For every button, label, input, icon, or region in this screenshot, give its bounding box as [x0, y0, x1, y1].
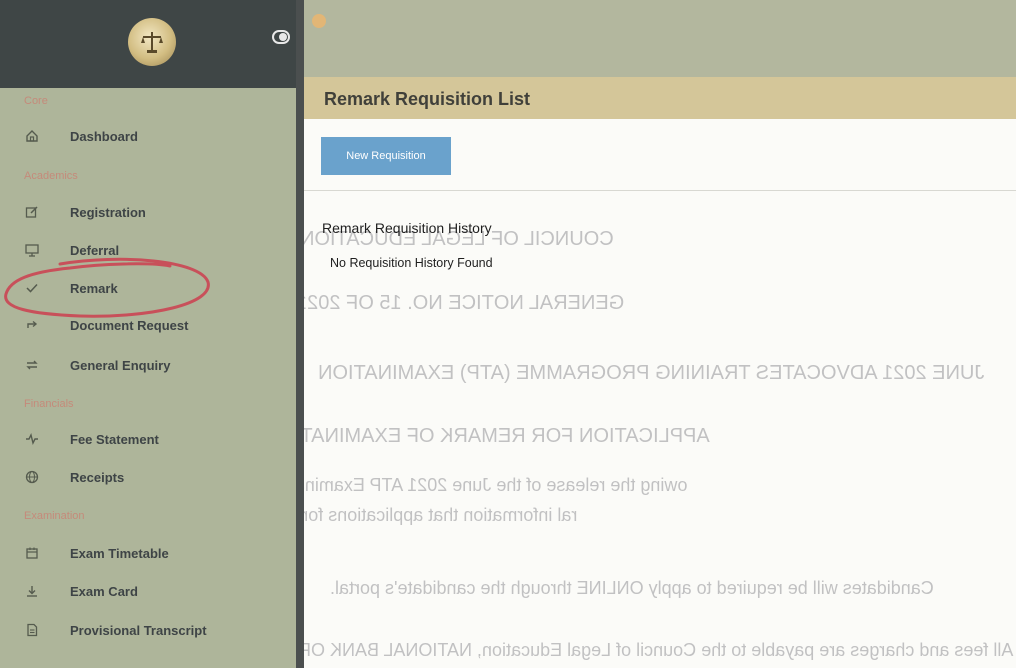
sidebar-item-label: Deferral — [70, 242, 120, 258]
sidebar-item-label: Receipts — [70, 469, 125, 485]
section-financials: Financials — [24, 398, 74, 410]
bleed-line: All fees and charges are payable to the … — [300, 640, 1014, 660]
sidebar-item-provisional-transcript[interactable]: Provisional Transcript — [20, 617, 280, 643]
sidebar-item-label: Exam Card — [70, 583, 138, 599]
sidebar-item-remark[interactable]: Remark — [20, 275, 280, 301]
home-icon — [20, 126, 44, 146]
sidebar-item-fee-statement[interactable]: Fee Statement — [20, 426, 280, 452]
sidebar-item-label: Fee Statement — [70, 431, 159, 447]
download-icon — [20, 581, 44, 601]
page-header: Remark Requisition List — [304, 77, 1016, 119]
swap-icon — [20, 355, 44, 375]
sidebar-item-deferral[interactable]: Deferral — [20, 237, 280, 263]
sidebar-item-label: Document Request — [70, 317, 189, 333]
sidebar-item-receipts[interactable]: Receipts — [20, 464, 280, 490]
sidebar-item-exam-timetable[interactable]: Exam Timetable — [20, 540, 280, 566]
top-bar — [304, 0, 1016, 77]
document-icon — [20, 620, 44, 640]
sidebar-item-registration[interactable]: Registration — [20, 199, 280, 225]
toggle-icon[interactable] — [272, 30, 290, 44]
sidebar-item-label: General Enquiry — [70, 357, 171, 373]
activity-icon — [20, 429, 44, 449]
edit-icon — [20, 202, 44, 222]
sidebar-item-label: Provisional Transcript — [70, 622, 207, 638]
sidebar-scrollbar[interactable] — [296, 0, 304, 668]
history-title: Remark Requisition History — [322, 220, 492, 236]
sidebar-item-label: Remark — [70, 280, 118, 296]
notification-icon[interactable] — [312, 14, 326, 28]
bleed-line: JUNE 2021 ADVOCATES TRAINING PROGRAMME (… — [318, 362, 985, 384]
sidebar: Core Dashboard Academics Registration De… — [0, 0, 300, 668]
sidebar-item-exam-card[interactable]: Exam Card — [20, 578, 280, 604]
divider — [304, 190, 1016, 191]
check-icon — [20, 278, 44, 298]
sidebar-item-general-enquiry[interactable]: General Enquiry — [20, 352, 280, 378]
page-title: Remark Requisition List — [324, 89, 531, 109]
sidebar-header — [0, 0, 300, 88]
bleed-line: Candidates will be required to apply ONL… — [330, 578, 934, 598]
section-examination: Examination — [24, 510, 85, 522]
bleed-line: GENERAL NOTICE NO. 15 OF 2021 — [296, 292, 625, 314]
sidebar-item-label: Exam Timetable — [70, 545, 169, 561]
new-requisition-button[interactable]: New Requisition — [321, 137, 451, 175]
section-academics: Academics — [24, 170, 78, 182]
section-core: Core — [24, 95, 48, 107]
scales-of-justice-icon[interactable] — [128, 18, 176, 66]
share-icon — [20, 315, 44, 335]
sidebar-item-label: Registration — [70, 204, 146, 220]
calendar-icon — [20, 543, 44, 563]
sidebar-item-label: Dashboard — [70, 128, 138, 144]
history-empty-message: No Requisition History Found — [330, 256, 493, 270]
monitor-icon — [20, 240, 44, 260]
globe-icon — [20, 467, 44, 487]
sidebar-item-dashboard[interactable]: Dashboard — [20, 123, 280, 149]
sidebar-item-document-request[interactable]: Document Request — [20, 312, 280, 338]
